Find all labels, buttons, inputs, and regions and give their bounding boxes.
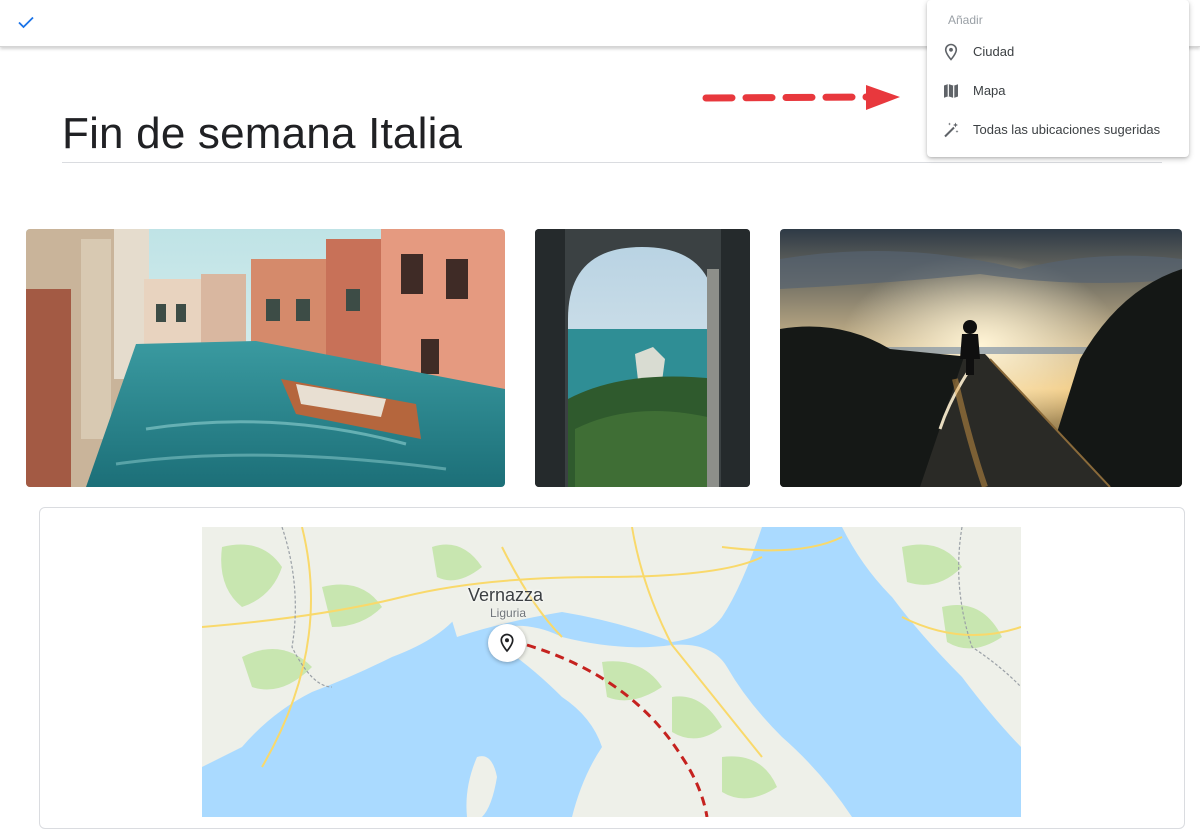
add-menu-heading: Añadir	[948, 13, 983, 27]
route-map[interactable]	[202, 527, 1021, 817]
menu-item-mapa[interactable]: Mapa	[927, 72, 1189, 110]
menu-item-ciudad[interactable]: Ciudad	[927, 33, 1189, 71]
location-pin-icon	[944, 43, 958, 61]
menu-item-label: Todas las ubicaciones sugeridas	[973, 122, 1161, 137]
magic-wand-icon	[944, 122, 959, 138]
add-menu: Añadir Ciudad Mapa Todas las ubicaciones…	[927, 0, 1189, 157]
italy-map-image	[202, 527, 1021, 817]
annotation-arrow-icon	[702, 85, 900, 110]
arch-sea-image	[535, 229, 750, 487]
venice-canal-image	[26, 229, 505, 487]
map-marker[interactable]	[488, 624, 526, 662]
menu-item-label: Mapa	[973, 83, 1006, 98]
map-icon	[944, 84, 958, 98]
location-pin-icon	[500, 633, 514, 653]
checkmark-icon	[18, 16, 34, 29]
menu-item-todas-ubicaciones[interactable]: Todas las ubicaciones sugeridas	[927, 111, 1189, 149]
motorcycle-sunset-image	[780, 229, 1182, 487]
photo-arch-sea-view[interactable]	[535, 229, 750, 487]
map-city-label: Vernazza	[468, 585, 544, 605]
done-button[interactable]	[12, 8, 40, 36]
map-region-label: Liguria	[490, 606, 527, 620]
photo-motorcycle-sunset[interactable]	[780, 229, 1182, 487]
photo-venice-canal[interactable]	[26, 229, 505, 487]
menu-item-label: Ciudad	[973, 44, 1015, 59]
